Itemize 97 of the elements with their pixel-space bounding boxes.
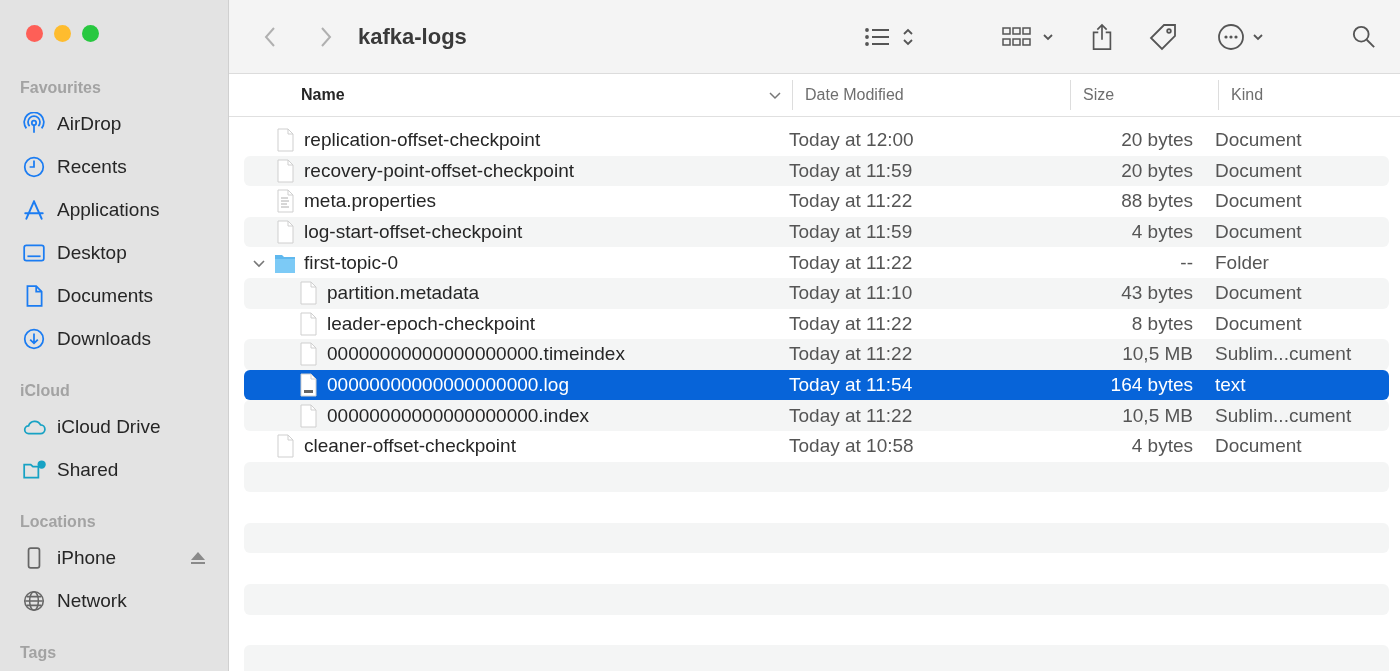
date-modified: Today at 10:58 xyxy=(789,435,914,457)
sidebar-section-title: iCloud xyxy=(20,382,71,400)
file-row[interactable]: cleaner-offset-checkpoint Today at 10:58 4 bytes Document xyxy=(244,430,1389,462)
file-row[interactable]: 00000000000000000000.index Today at 11:22 10,5 MB Sublim...cument xyxy=(244,400,1389,431)
file-name: partition.metadata xyxy=(327,282,480,305)
window-title: kafka-logs xyxy=(358,23,467,50)
file-kind: Sublim...cument xyxy=(1215,404,1352,426)
file-size: 20 bytes xyxy=(1121,129,1193,151)
file-row[interactable]: 00000000000000000000.timeindex Today at 11:22 10,5 MB Sublim...cument xyxy=(244,339,1389,370)
file-row[interactable]: recovery-point-offset-checkpoint Today at 11:59 20 bytes Document xyxy=(244,155,1389,187)
sidebar-item[interactable]: Recents xyxy=(10,145,218,188)
file-row[interactable]: leader-epoch-checkpoint Today at 11:22 8 bytes Document xyxy=(244,308,1389,340)
shared-icon xyxy=(22,457,46,482)
file-name: leader-epoch-checkpoint xyxy=(327,312,536,335)
airdrop-icon xyxy=(22,111,46,136)
sidebar-item[interactable]: Downloads xyxy=(10,317,218,360)
file-kind: text xyxy=(1215,374,1246,396)
disclosure-chevron-icon[interactable] xyxy=(252,257,266,268)
file-name: replication-offset-checkpoint xyxy=(304,129,541,152)
date-modified: Today at 11:22 xyxy=(789,312,913,334)
file-name: meta.properties xyxy=(304,190,436,213)
sidebar-item[interactable]: Shared xyxy=(10,448,218,491)
file-size: 164 bytes xyxy=(1110,374,1193,396)
file-kind: Document xyxy=(1215,282,1302,304)
document-icon xyxy=(297,403,319,428)
document-icon xyxy=(274,434,296,459)
sidebar-item[interactable]: AirDrop xyxy=(10,102,218,145)
sidebar-item[interactable]: Applications xyxy=(10,188,218,231)
column-header[interactable]: Name xyxy=(301,86,345,104)
file-name: first-topic-0 xyxy=(304,251,398,274)
date-modified: Today at 11:10 xyxy=(789,282,913,304)
file-row[interactable]: replication-offset-checkpoint Today at 12:00 20 bytes Document xyxy=(244,125,1389,156)
sidebar-section-title: Tags xyxy=(20,644,58,662)
file-name: cleaner-offset-checkpoint xyxy=(304,435,516,458)
tag-icon[interactable] xyxy=(1148,21,1178,52)
column-header[interactable]: Size xyxy=(1083,86,1115,104)
sidebar-item[interactable]: Desktop xyxy=(10,231,218,274)
file-size: 20 bytes xyxy=(1121,159,1193,181)
file-size: 10,5 MB xyxy=(1122,343,1193,365)
file-row[interactable]: meta.properties Today at 11:22 88 bytes Document xyxy=(244,186,1389,217)
file-name: recovery-point-offset-checkpoint xyxy=(304,159,574,182)
file-row[interactable]: first-topic-0 Today at 11:22 -- Folder xyxy=(244,247,1389,278)
column-header[interactable]: Date Modified xyxy=(805,86,904,104)
file-kind: Document xyxy=(1215,312,1302,334)
document-icon xyxy=(274,158,296,183)
date-modified: Today at 11:22 xyxy=(789,190,913,212)
file-kind: Document xyxy=(1215,221,1302,243)
date-modified: Today at 11:59 xyxy=(789,221,913,243)
file-size: 10,5 MB xyxy=(1122,404,1193,426)
file-size: 43 bytes xyxy=(1121,282,1193,304)
file-name: 00000000000000000000.timeindex xyxy=(327,343,625,366)
file-kind: Folder xyxy=(1215,251,1269,273)
document-icon xyxy=(274,189,296,214)
file-size: 88 bytes xyxy=(1121,190,1193,212)
date-modified: Today at 11:22 xyxy=(789,343,913,365)
clock-icon xyxy=(22,154,46,179)
download-icon xyxy=(22,326,46,351)
sidebar-section-title: Locations xyxy=(20,513,97,531)
date-modified: Today at 11:59 xyxy=(789,159,913,181)
file-size: 4 bytes xyxy=(1131,435,1193,457)
date-modified: Today at 11:22 xyxy=(789,251,913,273)
date-modified: Today at 11:22 xyxy=(789,404,913,426)
file-row[interactable]: 00000000000000000000.log Today at 11:54 164 bytes text xyxy=(244,369,1389,401)
more-icon[interactable] xyxy=(1216,21,1264,52)
file-size: 4 bytes xyxy=(1131,221,1193,243)
document-icon xyxy=(274,128,296,153)
sort-chevron-icon[interactable] xyxy=(768,90,782,100)
apps-icon xyxy=(22,197,46,222)
file-kind: Sublim...cument xyxy=(1215,343,1352,365)
file-name: log-start-offset-checkpoint xyxy=(304,221,523,244)
date-modified: Today at 12:00 xyxy=(789,129,914,151)
file-kind: Document xyxy=(1215,435,1302,457)
globe-icon xyxy=(22,588,46,613)
document-icon xyxy=(297,281,319,306)
sidebar-item[interactable]: Network xyxy=(10,579,218,622)
share-icon[interactable] xyxy=(1090,22,1114,51)
file-row[interactable]: log-start-offset-checkpoint Today at 11:59 4 bytes Document xyxy=(244,216,1389,248)
document-icon xyxy=(297,373,319,398)
sidebar-item[interactable]: iPhone xyxy=(10,536,218,579)
file-name: 00000000000000000000.index xyxy=(327,404,590,427)
sidebar-section-title: Favourites xyxy=(20,79,102,97)
close-button[interactable] xyxy=(26,25,43,42)
date-modified: Today at 11:54 xyxy=(789,374,913,396)
file-kind: Document xyxy=(1215,129,1302,151)
file-size: 8 bytes xyxy=(1131,312,1193,334)
eject-icon[interactable] xyxy=(190,550,206,565)
file-kind: Document xyxy=(1215,159,1302,181)
sidebar-item[interactable]: iCloud Drive xyxy=(10,405,218,448)
file-name: 00000000000000000000.log xyxy=(327,374,569,397)
file-size: -- xyxy=(1180,251,1193,273)
document-icon xyxy=(297,311,319,336)
column-header[interactable]: Kind xyxy=(1231,86,1264,104)
file-kind: Document xyxy=(1215,190,1302,212)
sidebar-item[interactable]: Documents xyxy=(10,274,218,317)
document-icon xyxy=(274,220,296,245)
document-icon xyxy=(297,342,319,367)
file-row[interactable]: partition.metadata Today at 11:10 43 bytes Document xyxy=(244,277,1389,309)
